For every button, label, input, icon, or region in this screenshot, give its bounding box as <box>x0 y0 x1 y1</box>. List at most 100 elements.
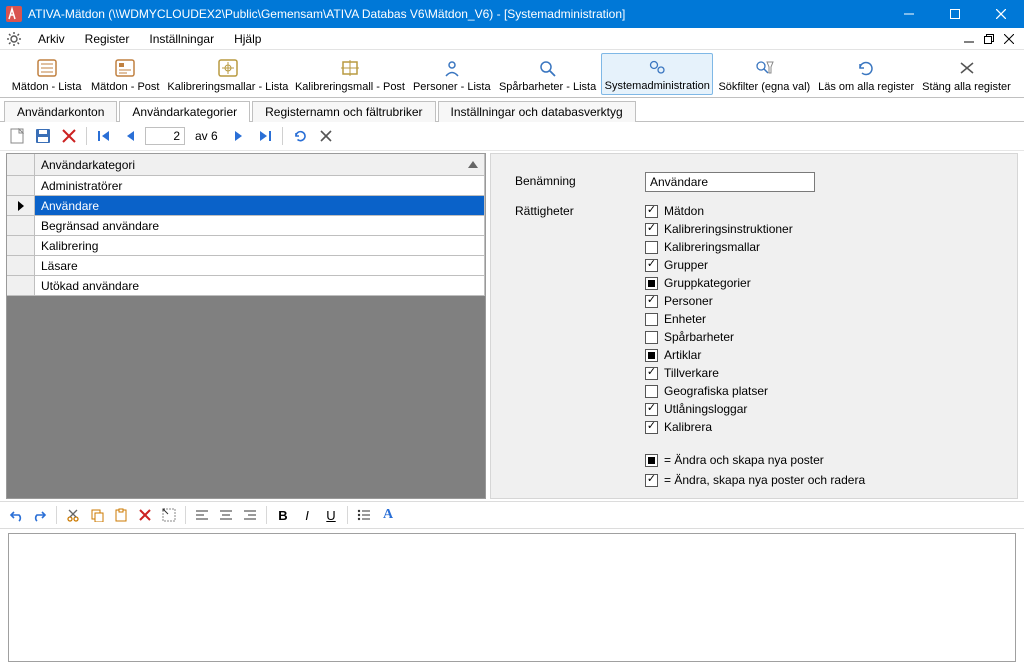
delete-selection-button[interactable] <box>135 505 155 525</box>
right-checkbox[interactable] <box>645 295 658 308</box>
menu-register[interactable]: Register <box>75 30 140 48</box>
first-record-button[interactable] <box>93 126 115 146</box>
funnel-search-icon <box>754 57 774 79</box>
richtext-area[interactable] <box>8 533 1016 662</box>
toolbar-sokfilter[interactable]: Sökfilter (egna val) <box>715 55 813 95</box>
row-header[interactable] <box>7 176 35 195</box>
benaming-input[interactable] <box>645 172 815 192</box>
grid-header-anvandarkategori[interactable]: Användarkategori <box>35 154 485 175</box>
benaming-label: Benämning <box>515 172 645 192</box>
align-center-button[interactable] <box>216 505 236 525</box>
right-checkbox[interactable] <box>645 421 658 434</box>
tab-registernamn[interactable]: Registernamn och fältrubriker <box>252 101 435 122</box>
mdi-close-button[interactable] <box>1000 30 1018 48</box>
table-row[interactable]: Användare <box>7 196 485 216</box>
right-checkbox[interactable] <box>645 205 658 218</box>
table-row[interactable]: Begränsad användare <box>7 216 485 236</box>
menu-hjalp[interactable]: Hjälp <box>224 30 271 48</box>
underline-button[interactable]: U <box>321 505 341 525</box>
grid-corner[interactable] <box>7 154 35 175</box>
select-all-button[interactable] <box>159 505 179 525</box>
table-row[interactable]: Läsare <box>7 256 485 276</box>
delete-button[interactable] <box>58 126 80 146</box>
close-button[interactable] <box>978 0 1024 28</box>
target-icon <box>340 57 360 79</box>
toolbar-systemadministration[interactable]: Systemadministration <box>601 53 713 95</box>
table-row[interactable]: Utökad användare <box>7 276 485 296</box>
category-cell[interactable]: Utökad användare <box>35 276 485 295</box>
table-row[interactable]: Kalibrering <box>7 236 485 256</box>
right-checkbox[interactable] <box>645 313 658 326</box>
row-header[interactable] <box>7 216 35 235</box>
legend-checked-icon <box>645 474 658 487</box>
toolbar-matdon-lista[interactable]: Mätdon - Lista <box>8 55 85 95</box>
right-item: Spårbarheter <box>645 328 793 346</box>
reload-button[interactable] <box>289 126 311 146</box>
tab-installningar[interactable]: Inställningar och databasverktyg <box>438 101 636 122</box>
row-header[interactable] <box>7 196 35 215</box>
category-cell[interactable]: Läsare <box>35 256 485 275</box>
new-record-button[interactable] <box>6 126 28 146</box>
minimize-button[interactable] <box>886 0 932 28</box>
redo-button[interactable] <box>30 505 50 525</box>
right-item: Gruppkategorier <box>645 274 793 292</box>
font-button[interactable]: A <box>378 505 398 525</box>
undo-button[interactable] <box>6 505 26 525</box>
italic-button[interactable]: I <box>297 505 317 525</box>
table-row[interactable]: Administratörer <box>7 176 485 196</box>
toolbar-sparbarheter-lista[interactable]: Spårbarheter - Lista <box>496 55 599 95</box>
toolbar-kalibreringsmallar-lista[interactable]: Kalibreringsmallar - Lista <box>165 55 290 95</box>
record-index-input[interactable] <box>145 127 185 145</box>
toolbar-stang-alla[interactable]: Stäng alla register <box>919 55 1014 95</box>
right-checkbox[interactable] <box>645 259 658 272</box>
sort-asc-icon <box>468 161 478 168</box>
title-bar: ATIVA-Mätdon (\\WDMYCLOUDEX2\Public\Geme… <box>0 0 1024 28</box>
current-row-indicator-icon <box>18 201 24 211</box>
cut-button[interactable] <box>63 505 83 525</box>
bullet-list-button[interactable] <box>354 505 374 525</box>
menu-installningar[interactable]: Inställningar <box>139 30 224 48</box>
align-right-button[interactable] <box>240 505 260 525</box>
last-record-button[interactable] <box>254 126 276 146</box>
tab-anvandarkonton[interactable]: Användarkonton <box>4 101 117 122</box>
bold-button[interactable]: B <box>273 505 293 525</box>
row-header[interactable] <box>7 276 35 295</box>
right-checkbox[interactable] <box>645 403 658 416</box>
mdi-minimize-button[interactable] <box>960 30 978 48</box>
window-title: ATIVA-Mätdon (\\WDMYCLOUDEX2\Public\Geme… <box>28 7 625 21</box>
toolbar-las-om[interactable]: Läs om alla register <box>815 55 917 95</box>
cancel-button[interactable] <box>315 126 337 146</box>
toolbar-matdon-post[interactable]: Mätdon - Post <box>87 55 163 95</box>
category-cell[interactable]: Kalibrering <box>35 236 485 255</box>
right-checkbox[interactable] <box>645 241 658 254</box>
right-label: Artiklar <box>664 348 701 362</box>
align-left-button[interactable] <box>192 505 212 525</box>
right-checkbox[interactable] <box>645 385 658 398</box>
row-header[interactable] <box>7 256 35 275</box>
rattigheter-label: Rättigheter <box>515 202 645 218</box>
prev-record-button[interactable] <box>119 126 141 146</box>
category-cell[interactable]: Användare <box>35 196 485 215</box>
tab-anvandarkategorier[interactable]: Användarkategorier <box>119 101 250 122</box>
right-checkbox[interactable] <box>645 349 658 362</box>
right-checkbox[interactable] <box>645 223 658 236</box>
toolbar-kalibreringsmall-post[interactable]: Kalibreringsmall - Post <box>293 55 408 95</box>
save-button[interactable] <box>32 126 54 146</box>
paste-button[interactable] <box>111 505 131 525</box>
toolbar-personer-lista[interactable]: Personer - Lista <box>409 55 494 95</box>
copy-button[interactable] <box>87 505 107 525</box>
right-checkbox[interactable] <box>645 331 658 344</box>
menu-arkiv[interactable]: Arkiv <box>28 30 75 48</box>
right-checkbox[interactable] <box>645 277 658 290</box>
right-item: Artiklar <box>645 346 793 364</box>
maximize-button[interactable] <box>932 0 978 28</box>
category-cell[interactable]: Begränsad användare <box>35 216 485 235</box>
mdi-restore-button[interactable] <box>980 30 998 48</box>
category-cell[interactable]: Administratörer <box>35 176 485 195</box>
row-header[interactable] <box>7 236 35 255</box>
right-checkbox[interactable] <box>645 367 658 380</box>
next-record-button[interactable] <box>228 126 250 146</box>
category-grid[interactable]: Användarkategori AdministratörerAnvändar… <box>6 153 486 499</box>
right-label: Kalibreringsinstruktioner <box>664 222 793 236</box>
main-content: Användarkategori AdministratörerAnvändar… <box>0 151 1024 501</box>
